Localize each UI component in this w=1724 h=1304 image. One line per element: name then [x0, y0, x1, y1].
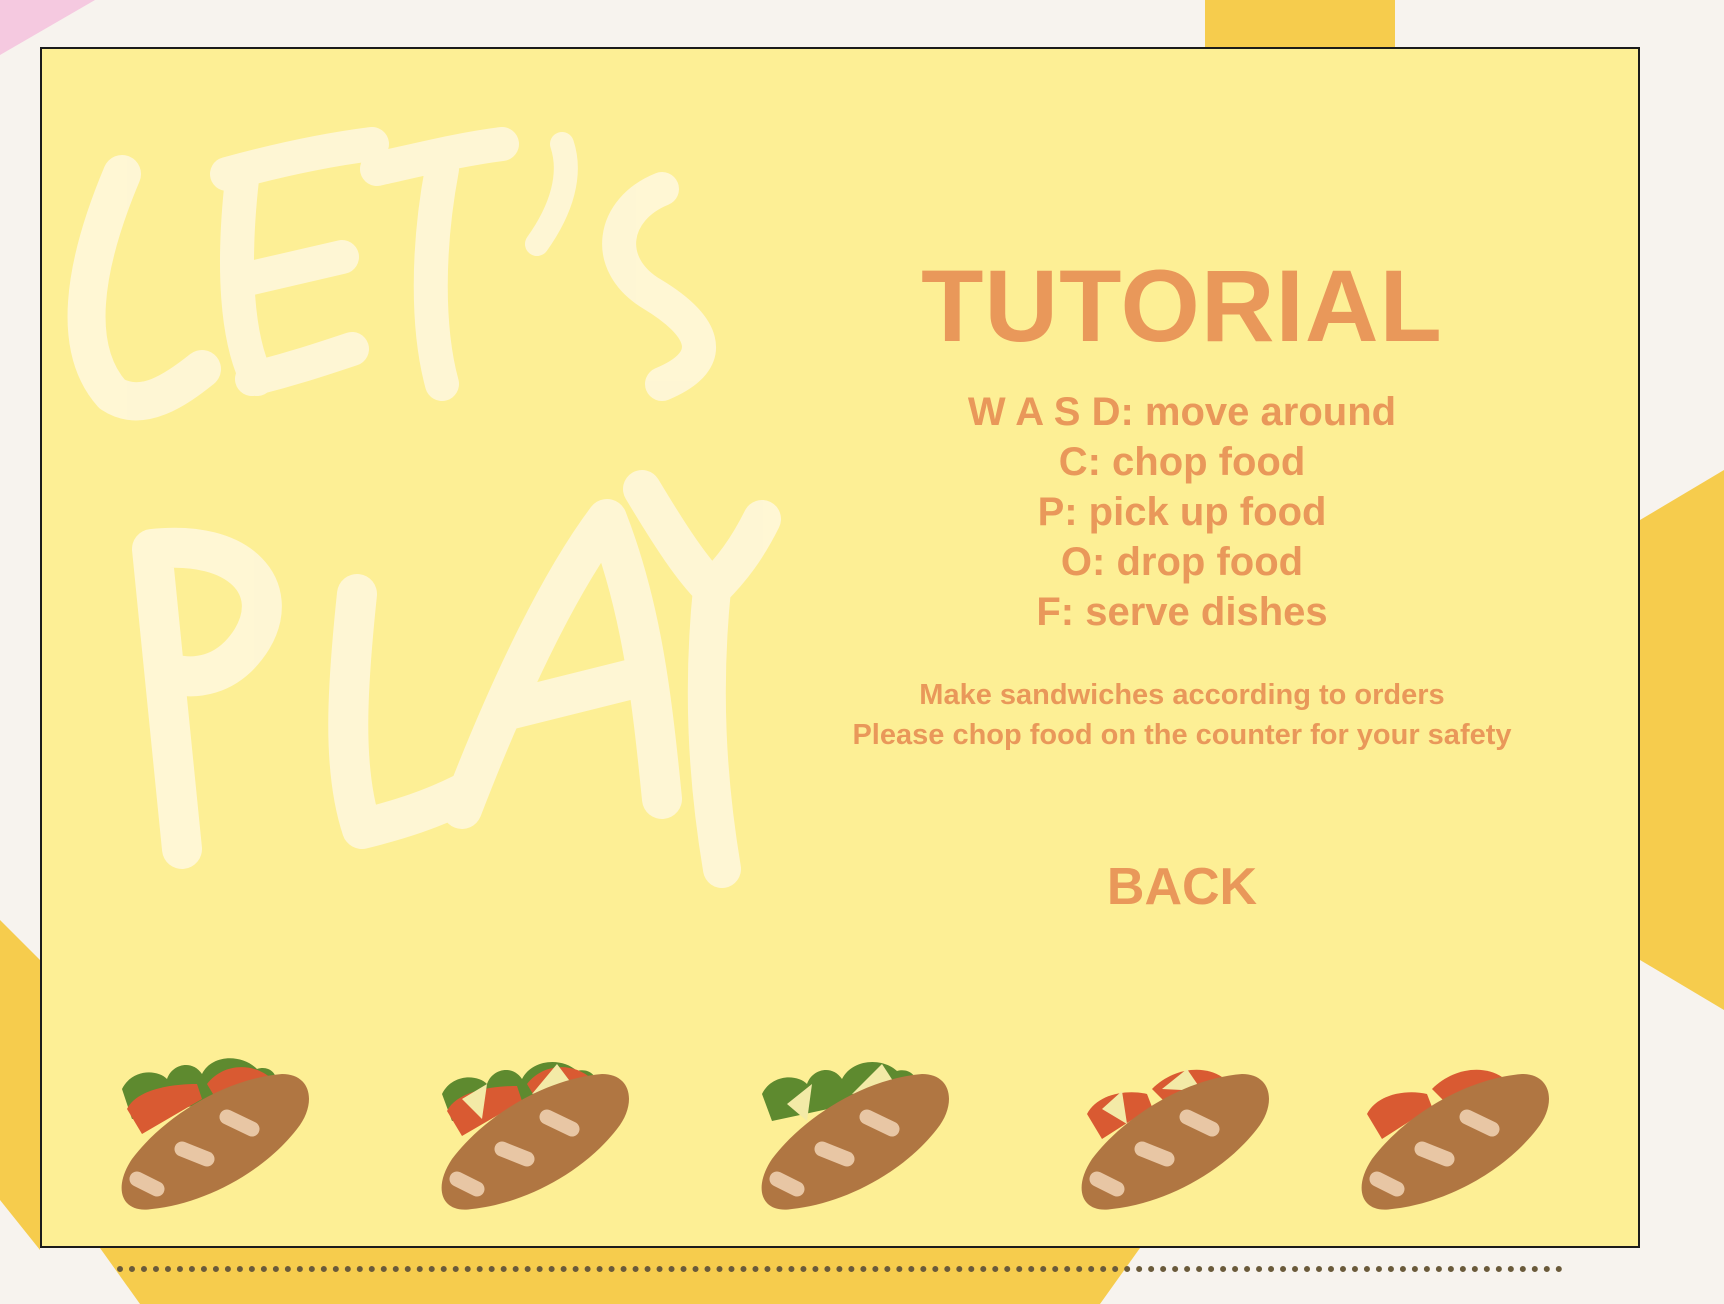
- yellow-stripe-right-decoration: [1640, 470, 1724, 1010]
- yellow-stripe-bottom-decoration: [100, 1248, 1140, 1304]
- dotted-divider: [117, 1266, 1563, 1272]
- control-drop: O: drop food: [1060, 540, 1304, 584]
- controls-list: W A S D: move around C: chop food P: pic…: [802, 387, 1562, 637]
- control-move: W A S D: move around: [967, 390, 1397, 434]
- yellow-stripe-left-decoration: [0, 920, 40, 1250]
- sandwich-tomato-icon: [1361, 1069, 1549, 1210]
- control-chop: C: chop food: [1058, 440, 1306, 484]
- sandwich-lettuce-tomato-cheese-icon: [441, 1061, 629, 1210]
- control-pick-up: P: pick up food: [1037, 490, 1327, 534]
- back-button[interactable]: BACK: [1101, 857, 1263, 917]
- tutorial-notes: Make sandwiches according to orders Plea…: [802, 675, 1562, 755]
- game-screen: TUTORIAL W A S D: move around C: chop fo…: [40, 47, 1640, 1248]
- sandwich-lettuce-tomato-icon: [121, 1058, 309, 1210]
- note-orders: Make sandwiches according to orders: [919, 679, 1445, 711]
- control-serve: F: serve dishes: [1036, 590, 1328, 634]
- tutorial-title: TUTORIAL: [921, 249, 1443, 363]
- note-safety: Please chop food on the counter for your…: [852, 719, 1512, 751]
- sandwich-lettuce-cheese-icon: [761, 1061, 949, 1210]
- sandwich-tomato-cheese-icon: [1081, 1069, 1269, 1210]
- tutorial-panel: TUTORIAL W A S D: move around C: chop fo…: [802, 209, 1562, 917]
